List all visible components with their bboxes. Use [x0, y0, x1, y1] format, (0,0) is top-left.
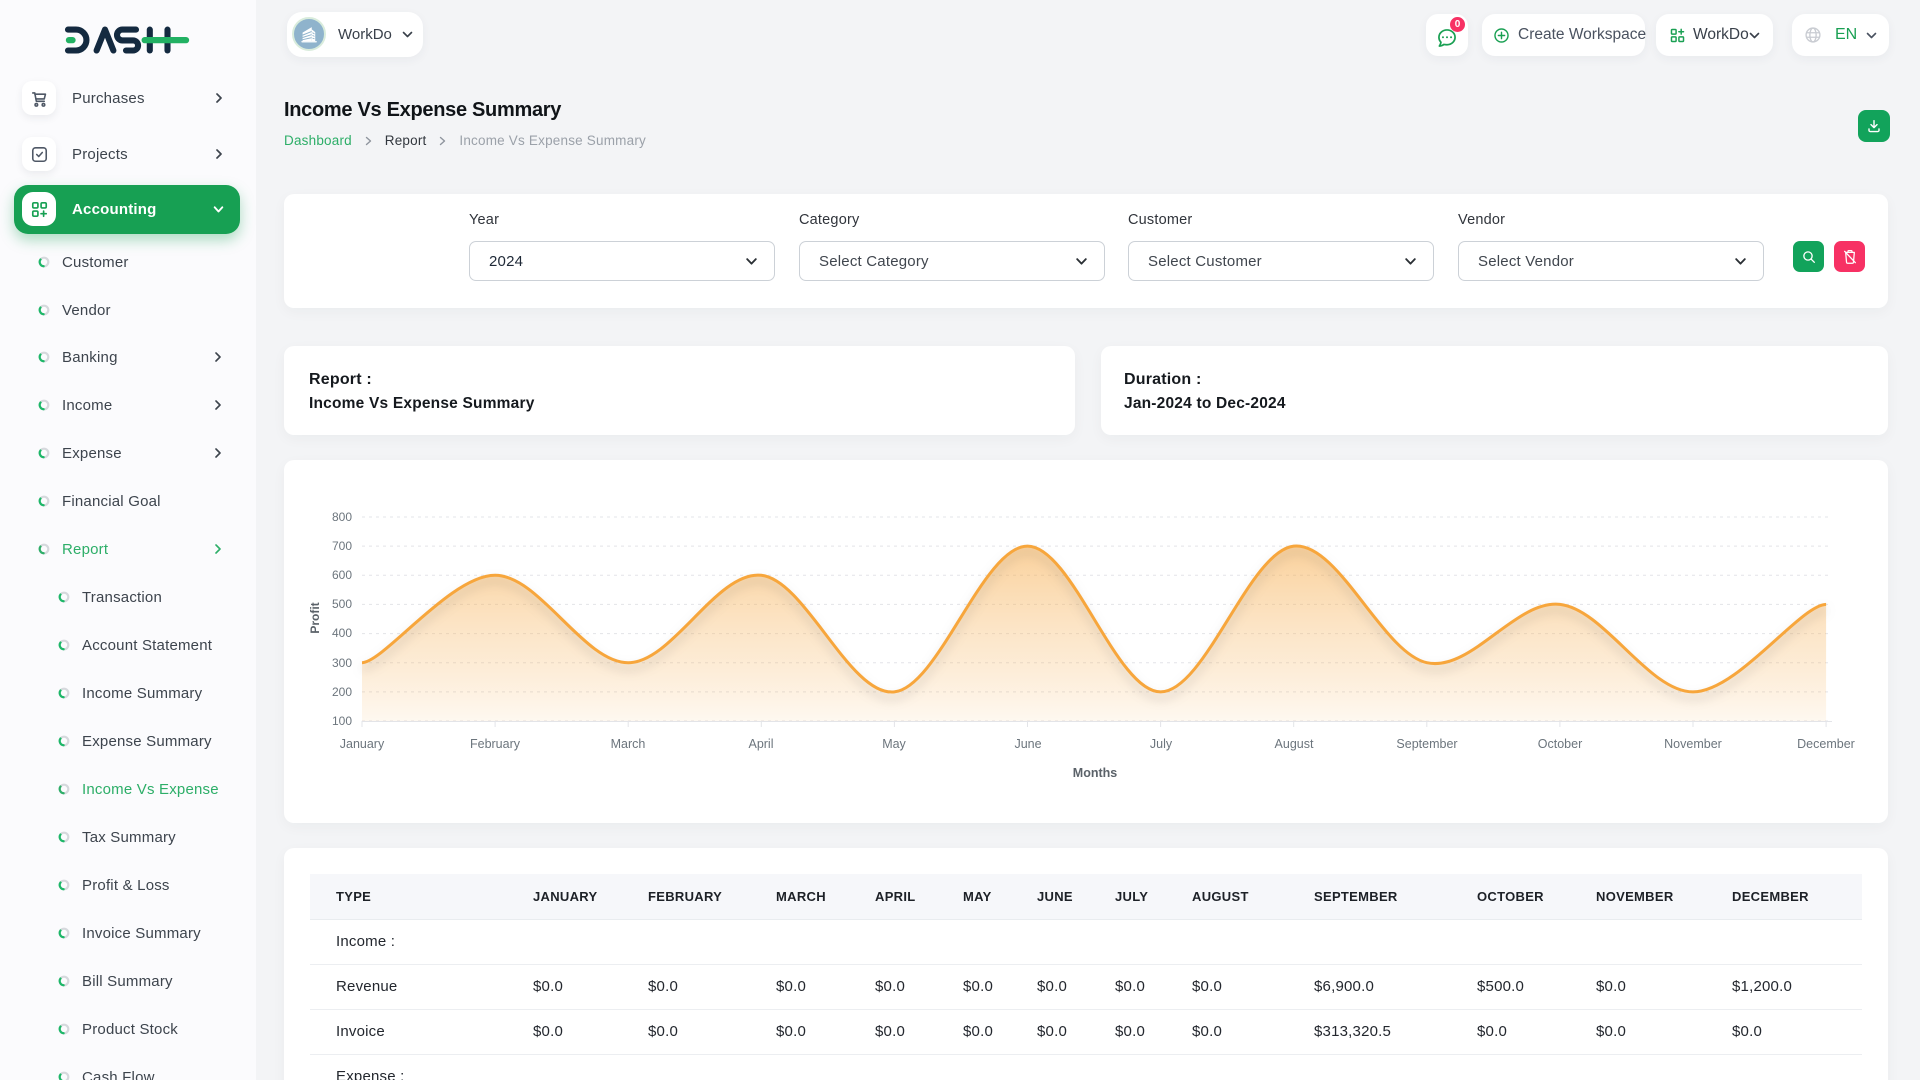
svg-text:March: March [611, 737, 646, 751]
svg-text:June: June [1014, 737, 1041, 751]
svg-text:800: 800 [332, 510, 352, 524]
svg-text:September: September [1396, 737, 1457, 751]
svg-text:April: April [748, 737, 773, 751]
svg-text:August: August [1275, 737, 1314, 751]
svg-text:January: January [340, 737, 385, 751]
svg-text:May: May [882, 737, 906, 751]
svg-text:February: February [470, 737, 521, 751]
svg-text:700: 700 [332, 539, 352, 553]
svg-text:November: November [1664, 737, 1722, 751]
svg-text:Months: Months [1073, 766, 1117, 780]
svg-text:100: 100 [332, 714, 352, 728]
svg-text:October: October [1538, 737, 1582, 751]
svg-text:Profit: Profit [308, 602, 322, 633]
svg-text:300: 300 [332, 656, 352, 670]
svg-text:500: 500 [332, 597, 352, 611]
svg-text:400: 400 [332, 626, 352, 640]
svg-text:July: July [1150, 737, 1173, 751]
svg-text:200: 200 [332, 685, 352, 699]
svg-text:December: December [1797, 737, 1855, 751]
svg-text:600: 600 [332, 568, 352, 582]
